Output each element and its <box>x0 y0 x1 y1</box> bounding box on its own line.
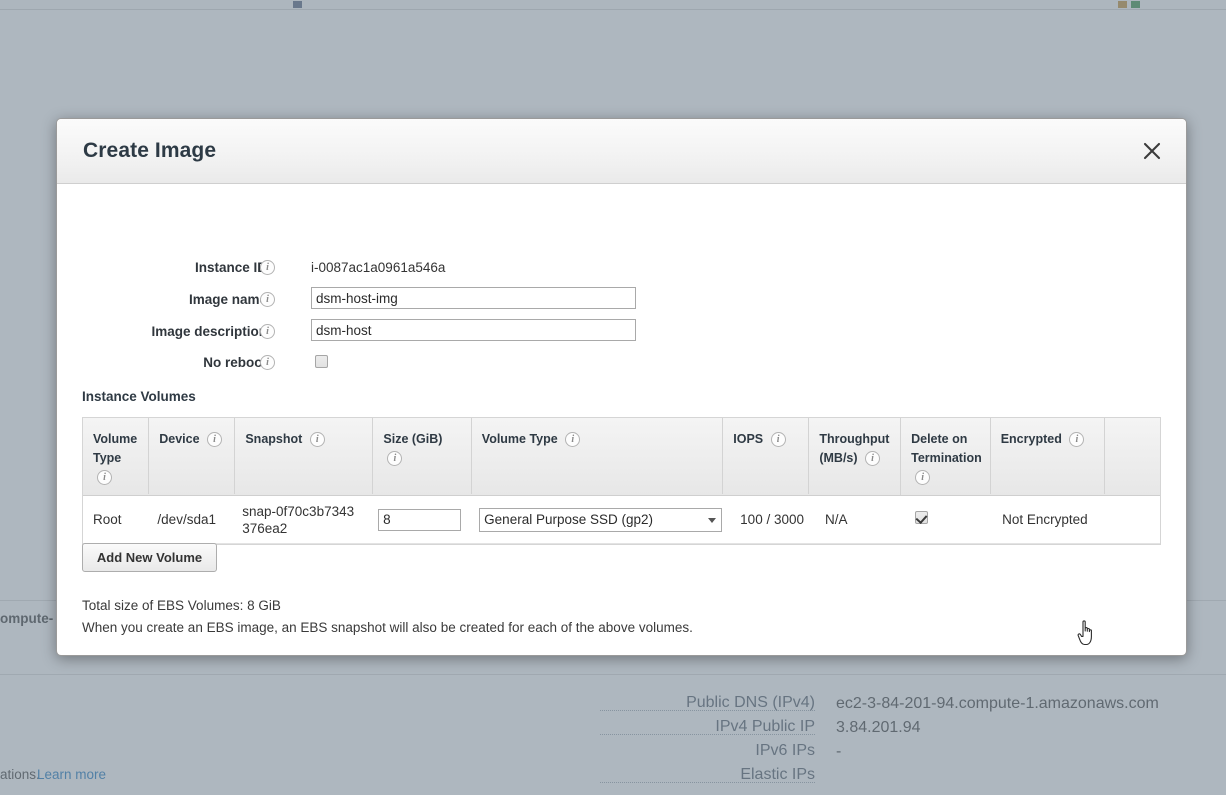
column-header-size: Size (GiB) i <box>372 418 470 494</box>
cell-iops: 100 / 3000 <box>740 512 804 527</box>
instance-volumes-table: Volume Type i Device i Snapshot i Size (… <box>82 417 1161 545</box>
info-icon[interactable]: i <box>865 451 881 467</box>
column-header-snapshot: Snapshot i <box>234 418 372 494</box>
delete-on-termination-checkbox[interactable] <box>915 511 929 524</box>
dialog-title: Create Image <box>83 139 217 162</box>
column-header-label: Volume Type <box>481 432 558 446</box>
label-image-description: Image description <box>151 324 267 339</box>
value-instance-id: i-0087ac1a0961a546a <box>311 260 446 275</box>
volume-type-select-value: General Purpose SSD (gp2) <box>484 511 654 527</box>
add-new-volume-button[interactable]: Add New Volume <box>82 543 217 572</box>
column-header-device: Device i <box>148 418 234 494</box>
label-instance-id: Instance ID <box>194 260 267 275</box>
table-header-row: Volume Type i Device i Snapshot i Size (… <box>83 418 1160 496</box>
column-header-label: Snapshot <box>245 432 303 446</box>
info-icon[interactable]: i <box>915 470 931 486</box>
cell-size <box>368 505 469 535</box>
cell-encrypted: Not Encrypted <box>1002 512 1088 527</box>
snapshot-note: When you create an EBS image, an EBS sna… <box>82 620 693 635</box>
cell-delete-on-termination <box>905 507 992 532</box>
cell-device: /dev/sda1 <box>157 512 216 527</box>
column-header-iops: IOPS i <box>722 418 808 494</box>
column-header-label: Volume Type <box>93 432 138 465</box>
volume-type-select[interactable]: General Purpose SSD (gp2) <box>479 507 723 532</box>
column-header-label: IOPS <box>733 432 764 446</box>
label-no-reboot: No reboot <box>203 355 267 370</box>
cell-throughput: N/A <box>825 512 848 527</box>
info-icon[interactable]: i <box>260 292 275 307</box>
cell-snapshot: snap-0f70c3b7343376ea2 <box>242 503 355 536</box>
table-row: Root /dev/sda1 snap-0f70c3b7343376ea2 Ge… <box>83 496 1160 544</box>
column-header-encrypted: Encrypted i <box>989 418 1104 494</box>
close-icon[interactable] <box>1140 139 1164 163</box>
column-header-volume-type: Volume Type i <box>83 418 148 495</box>
column-header-delete-on-termination: Delete on Termination i <box>900 418 990 495</box>
column-header-throughput: Throughput (MB/s) i <box>808 418 900 494</box>
info-icon[interactable]: i <box>565 432 581 448</box>
info-icon[interactable]: i <box>1069 432 1085 448</box>
cell-volume-type: Root <box>93 512 122 527</box>
dialog-header: Create Image <box>57 119 1186 184</box>
label-image-name: Image name <box>188 292 267 307</box>
column-header-volume-type-select: Volume Type i <box>470 418 722 494</box>
column-header-label: Encrypted <box>1000 432 1062 446</box>
create-image-dialog: Create Image Instance ID i i-0087ac1a096… <box>56 118 1187 656</box>
info-icon[interactable]: i <box>387 451 403 467</box>
info-icon[interactable]: i <box>770 432 786 448</box>
info-icon[interactable]: i <box>260 260 275 275</box>
volume-size-input[interactable] <box>378 508 462 531</box>
total-size-note: Total size of EBS Volumes: 8 GiB <box>82 598 281 613</box>
info-icon[interactable]: i <box>260 355 275 370</box>
column-header-label: Delete on Termination <box>911 432 982 465</box>
info-icon[interactable]: i <box>207 432 223 448</box>
no-reboot-checkbox[interactable] <box>315 355 328 368</box>
instance-volumes-title: Instance Volumes <box>82 389 196 404</box>
info-icon[interactable]: i <box>309 432 325 448</box>
column-header-label: Size (GiB) <box>383 432 443 446</box>
info-icon[interactable]: i <box>260 324 275 339</box>
image-description-input[interactable] <box>311 319 636 341</box>
cell-volume-type-select: General Purpose SSD (gp2) <box>469 504 730 536</box>
image-name-input[interactable] <box>311 287 636 309</box>
info-icon[interactable]: i <box>97 470 112 486</box>
chevron-down-icon <box>708 517 717 523</box>
column-header-actions <box>1104 418 1160 494</box>
column-header-label: Device <box>159 432 200 446</box>
cell-actions <box>1105 516 1160 524</box>
